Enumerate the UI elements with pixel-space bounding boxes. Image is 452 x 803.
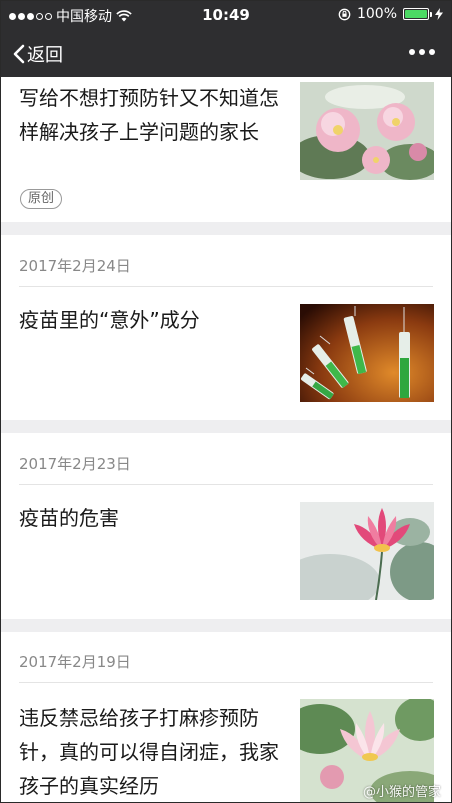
battery-fill — [405, 10, 427, 18]
charging-bolt-icon — [435, 8, 443, 20]
watermark-text: @小猴的管家 — [362, 785, 441, 800]
article-title: 违反禁忌给孩子打麻疹预防针，真的可以得自闭症，我家孩子的真实经历 — [19, 706, 279, 798]
article-title: 疫苗的危害 — [19, 506, 119, 530]
article-title: 疫苗里的“意外”成分 — [19, 308, 200, 332]
article-item[interactable]: 疫苗的危害 — [1, 485, 451, 619]
peony-painting-image — [300, 82, 434, 180]
more-dot-icon — [419, 49, 425, 55]
publish-date: 2017年2月23日 — [19, 455, 131, 473]
more-dot-icon — [429, 49, 435, 55]
article-thumbnail — [300, 82, 434, 180]
publish-date: 2017年2月24日 — [19, 257, 131, 275]
section-separator — [1, 222, 451, 235]
article-thumbnail — [300, 502, 434, 600]
chevron-left-icon — [13, 44, 25, 64]
publish-date: 2017年2月19日 — [19, 653, 131, 671]
article-item[interactable]: 写给不想打预防针又不知道怎样解决孩子上学问题的家长 原创 — [1, 77, 451, 222]
article-thumbnail — [300, 304, 434, 402]
section-separator — [1, 420, 451, 433]
back-button[interactable]: 返回 — [13, 41, 63, 67]
more-dot-icon — [409, 49, 415, 55]
syringes-photo-image — [300, 304, 434, 402]
status-right: 100% — [338, 6, 443, 22]
section-separator — [1, 619, 451, 632]
article-item[interactable]: 违反禁忌给孩子打麻疹预防针，真的可以得自闭症，我家孩子的真实经历 @小猴的管家 — [1, 683, 451, 802]
more-options-button[interactable] — [409, 41, 435, 63]
original-badge: 原创 — [20, 189, 63, 209]
article-title: 写给不想打预防针又不知道怎样解决孩子上学问题的家长 — [19, 86, 279, 144]
nav-bar: 返回 — [1, 29, 451, 77]
article-item[interactable]: 疫苗里的“意外”成分 — [1, 287, 451, 420]
battery-icon — [403, 8, 432, 20]
battery-percent: 100% — [356, 6, 397, 22]
back-label: 返回 — [27, 45, 63, 66]
orientation-lock-icon — [338, 8, 351, 20]
status-bar: 中国移动 10:49 100% — [1, 1, 451, 29]
article-list[interactable]: 写给不想打预防针又不知道怎样解决孩子上学问题的家长 原创 2017年2月24日 … — [1, 77, 451, 802]
lotus-painting-image — [300, 502, 434, 600]
